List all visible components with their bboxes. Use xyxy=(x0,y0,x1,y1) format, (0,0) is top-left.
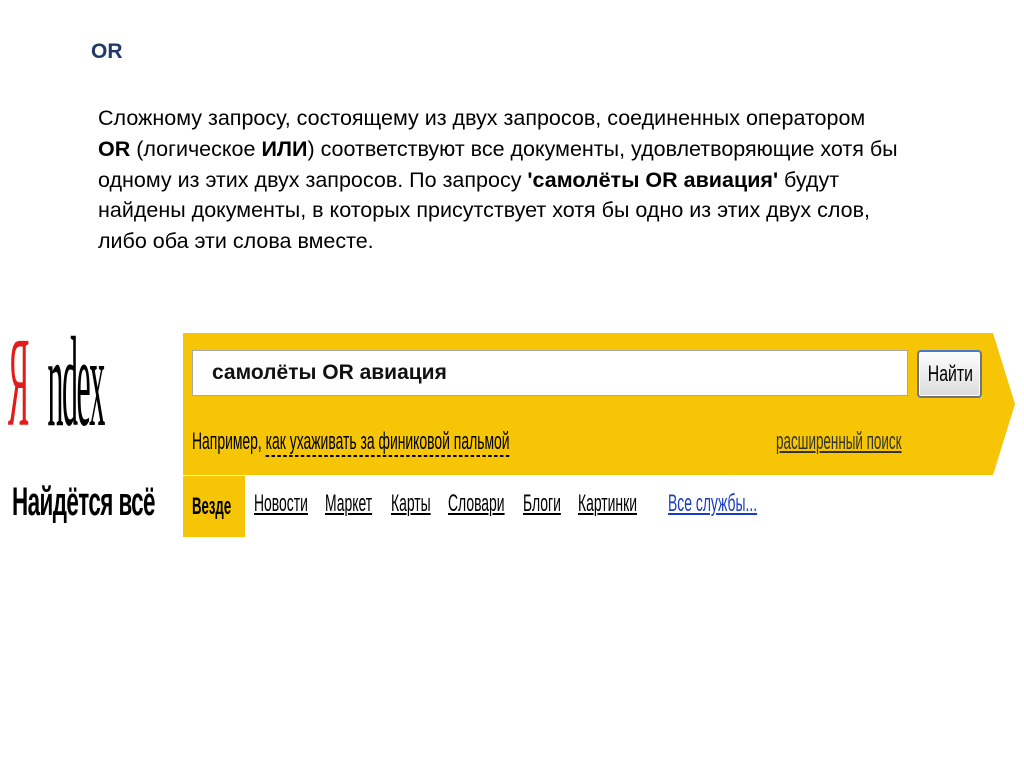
tab-everywhere[interactable]: Везде xyxy=(183,476,245,537)
tab-market[interactable]: Маркет xyxy=(325,490,372,518)
search-tabs: Везде Новости Маркет Карты Словари Блоги… xyxy=(183,476,803,537)
tab-dictionaries[interactable]: Словари xyxy=(448,490,505,518)
logo-slogan: Найдётся всё xyxy=(12,480,155,524)
paragraph-bold-run: OR xyxy=(98,136,131,161)
tab-images[interactable]: Картинки xyxy=(578,490,637,518)
search-example: Например, как ухаживать за финиковой пал… xyxy=(192,428,510,457)
example-link[interactable]: как ухаживать за финиковой пальмой xyxy=(265,428,510,457)
logo-letters-ndex: ndex xyxy=(47,311,106,453)
find-button-label: Найти xyxy=(927,361,973,386)
advanced-search-link[interactable]: расширенный поиск xyxy=(776,428,902,456)
slide-paragraph: Сложному запросу, состоящему из двух зап… xyxy=(98,103,898,257)
all-services-link[interactable]: Все службы... xyxy=(668,490,757,518)
tab-news[interactable]: Новости xyxy=(254,490,308,518)
example-prefix: Например, xyxy=(192,428,266,455)
slide-title: OR xyxy=(91,40,123,63)
yandex-logo[interactable]: Яndex Найдётся всё xyxy=(8,318,168,528)
paragraph-bold-run: ИЛИ xyxy=(261,136,308,161)
search-panel-arrow xyxy=(993,333,1015,475)
paragraph-bold-run: 'самолёты OR авиация' xyxy=(527,167,779,192)
tab-blogs[interactable]: Блоги xyxy=(523,490,561,518)
search-input[interactable] xyxy=(192,350,908,396)
tab-maps[interactable]: Карты xyxy=(391,490,431,518)
paragraph-text-run: (логическое xyxy=(130,136,262,161)
tab-everywhere-label: Везде xyxy=(192,493,232,520)
logo-letter-ya: Я xyxy=(8,311,29,453)
paragraph-text-run: Сложному запросу, состоящему из двух зап… xyxy=(98,106,866,130)
find-button[interactable]: Найти xyxy=(918,351,981,397)
